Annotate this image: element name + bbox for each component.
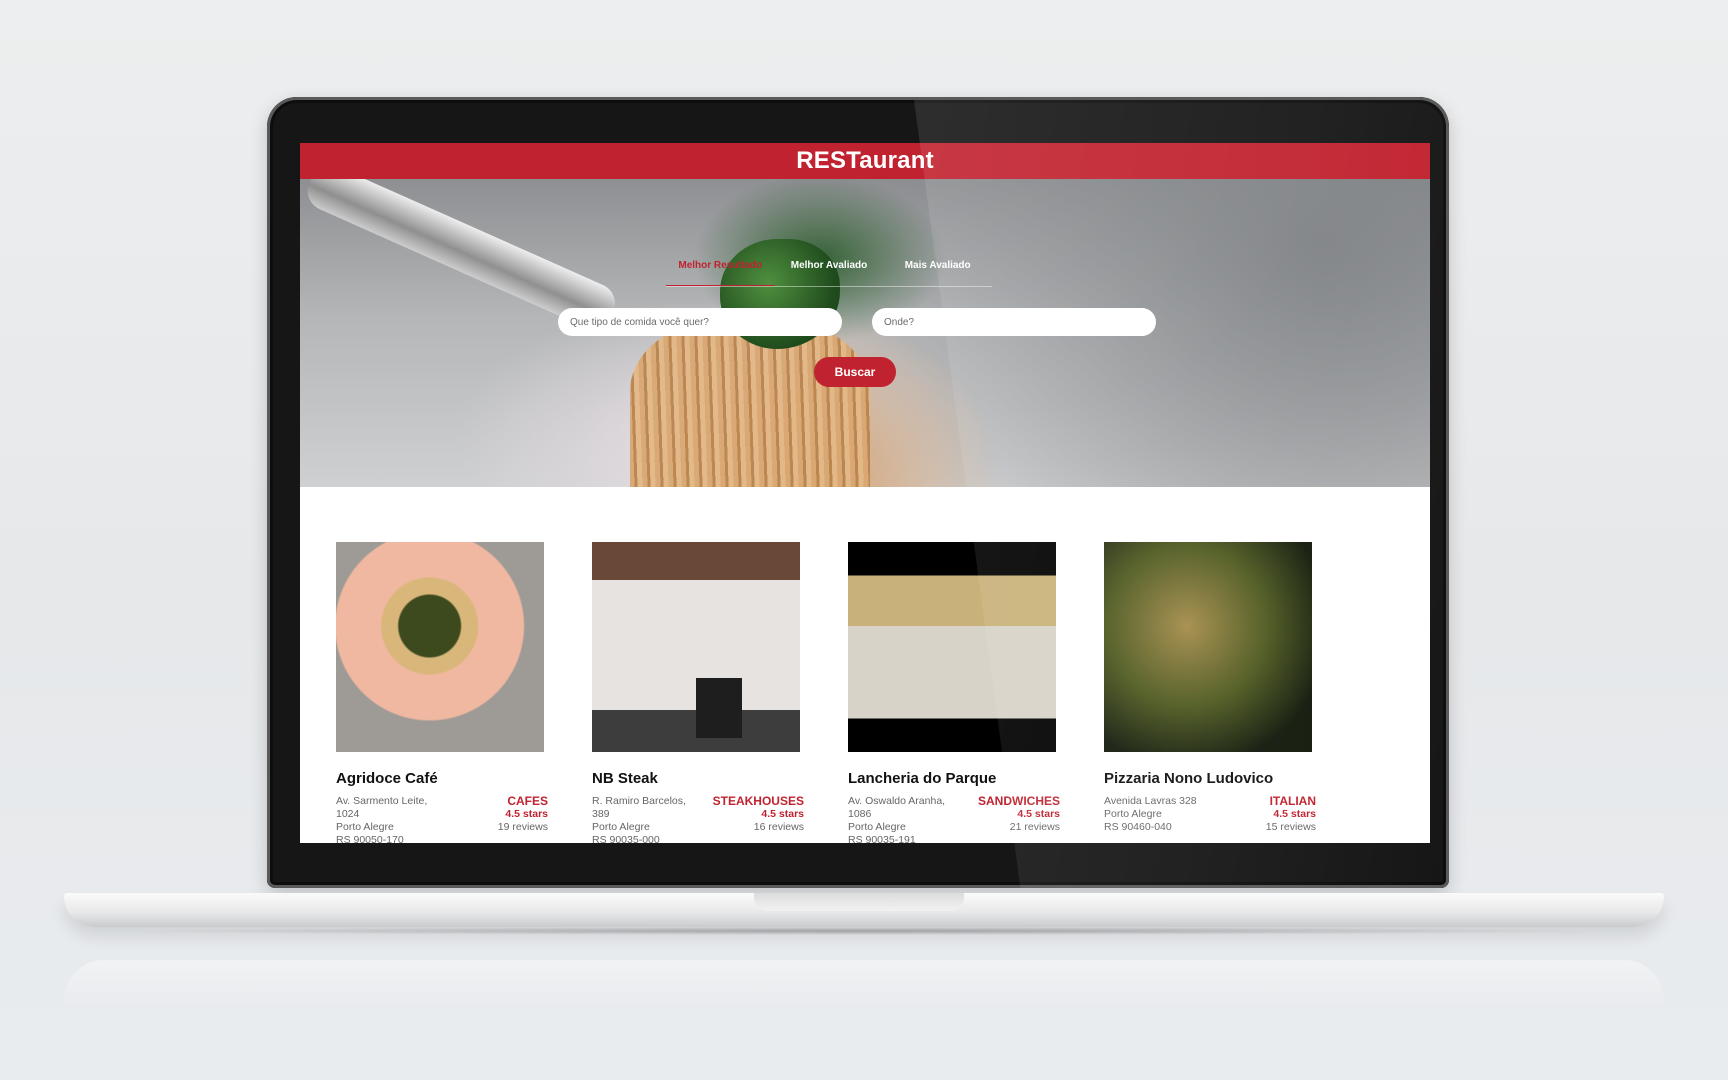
restaurant-category: STEAKHOUSES xyxy=(712,794,804,808)
restaurant-reviews: 19 reviews xyxy=(497,821,548,833)
restaurant-name[interactable]: Pizzaria Nono Ludovico xyxy=(1104,770,1316,787)
restaurant-city: Porto Alegre xyxy=(336,821,394,833)
restaurant-name[interactable]: Agridoce Café xyxy=(336,770,548,787)
restaurant-photo[interactable] xyxy=(336,542,544,752)
location-search-input[interactable] xyxy=(872,308,1156,336)
restaurant-category: CAFES xyxy=(507,794,548,808)
restaurant-rating: 4.5 stars xyxy=(1273,808,1316,820)
restaurant-rating: 4.5 stars xyxy=(1017,808,1060,820)
restaurant-address: Avenida Lavras 328 xyxy=(1104,795,1197,807)
top-bar: RESTaurant xyxy=(300,143,1430,179)
restaurant-zip: RS 90460-040 xyxy=(1104,821,1172,833)
laptop-reflection xyxy=(64,960,1664,1008)
restaurant-zip: RS 90050-170 xyxy=(336,834,404,843)
restaurant-rating: 4.5 stars xyxy=(505,808,548,820)
restaurant-photo[interactable] xyxy=(1104,542,1312,752)
restaurant-city: Porto Alegre xyxy=(592,821,650,833)
restaurant-name[interactable]: Lancheria do Parque xyxy=(848,770,1060,787)
restaurant-city: Porto Alegre xyxy=(848,821,906,833)
hero-banner: Melhor Resultado Melhor Avaliado Mais Av… xyxy=(300,179,1430,487)
restaurant-card[interactable]: NB Steak R. Ramiro Barcelos, 389 Porto A… xyxy=(592,542,804,843)
food-search-input[interactable] xyxy=(558,308,842,336)
restaurant-photo[interactable] xyxy=(848,542,1056,752)
search-button[interactable]: Buscar xyxy=(814,357,896,387)
restaurant-address: Av. Sarmento Leite, 1024 xyxy=(336,795,428,820)
laptop-shadow xyxy=(120,927,1610,935)
restaurant-category: SANDWICHES xyxy=(977,794,1060,808)
restaurant-zip: RS 90035-191 xyxy=(848,834,916,843)
restaurant-rating: 4.5 stars xyxy=(761,808,804,820)
brand-logo[interactable]: RESTaurant xyxy=(796,147,934,175)
restaurant-zip: RS 90035-000 xyxy=(592,834,660,843)
restaurant-category: ITALIAN xyxy=(1269,794,1316,808)
restaurant-reviews: 16 reviews xyxy=(753,821,804,833)
restaurant-address: Av. Oswaldo Aranha, 1086 xyxy=(848,795,946,820)
restaurant-address: R. Ramiro Barcelos, 389 xyxy=(592,795,686,820)
restaurant-card[interactable]: Pizzaria Nono Ludovico Avenida Lavras 32… xyxy=(1104,542,1316,834)
sort-tabs: Melhor Resultado Melhor Avaliado Mais Av… xyxy=(666,258,992,287)
tab-melhor-avaliado[interactable]: Melhor Avaliado xyxy=(775,258,884,286)
restaurant-name[interactable]: NB Steak xyxy=(592,770,804,787)
pasta-image xyxy=(630,319,870,487)
restaurant-reviews: 21 reviews xyxy=(1009,821,1060,833)
restaurant-reviews: 15 reviews xyxy=(1265,821,1316,833)
restaurant-card[interactable]: Agridoce Café Av. Sarmento Leite, 1024 P… xyxy=(336,542,548,843)
restaurant-list: Agridoce Café Av. Sarmento Leite, 1024 P… xyxy=(300,487,1430,843)
tab-melhor-resultado[interactable]: Melhor Resultado xyxy=(666,258,775,286)
laptop-notch xyxy=(754,893,964,911)
restaurant-card[interactable]: Lancheria do Parque Av. Oswaldo Aranha, … xyxy=(848,542,1060,843)
tab-mais-avaliado[interactable]: Mais Avaliado xyxy=(883,258,992,286)
restaurant-photo[interactable] xyxy=(592,542,800,752)
restaurant-city: Porto Alegre xyxy=(1104,808,1162,820)
laptop-screen: RESTaurant Melhor Resultado Melhor Avali… xyxy=(300,143,1430,843)
